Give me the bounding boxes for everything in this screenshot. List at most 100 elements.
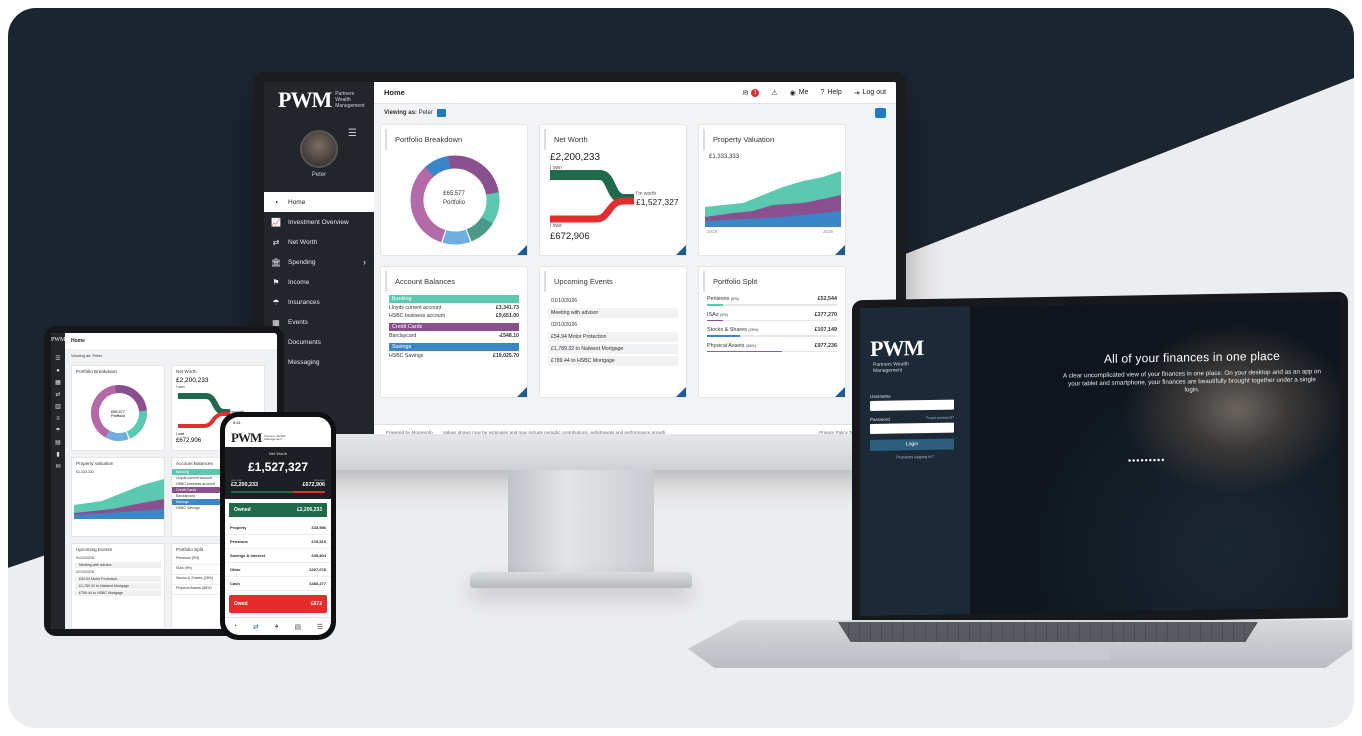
balance-row[interactable]: HSBC business account £9,651.00 [381,312,527,320]
tablet-property-card[interactable]: Property Valuation £1,333,333 [71,457,165,537]
help-button[interactable]: ? Help [820,89,841,96]
alert-icon[interactable]: ⚠ [771,89,777,97]
owned-item[interactable]: Savings & Interest £35,804 [225,549,331,563]
laptop-screen: PWMPartners Wealth Management Username P… [860,299,1340,617]
owned-item-label: Savings & Interest [230,553,265,558]
upcoming-events-card[interactable]: Upcoming Events 01/10/2026 Meeting with a… [539,266,687,398]
dashboard-icon: ◔ [273,197,279,207]
tablet-event-row: Meeting with advisor [75,562,161,568]
sidebar-item-label: Income [288,278,310,286]
split-value: £107,149 [814,327,837,333]
balance-group-header: Credit Cards [389,323,519,331]
chart-line-icon: 📈 [271,217,281,227]
expand-icon[interactable] [835,245,845,255]
owned-item-label: Pensions [230,539,248,544]
phone-worth: £1,527,327 [247,460,309,474]
account-balances-card[interactable]: Account Balances Banking Lloyds current a… [380,266,528,398]
sidebar-item-home[interactable]: ◔ Home [264,192,374,212]
tablet-event-row: £54.94 Motor Protection [75,576,161,582]
sidebar-item-label: Spending [288,258,316,266]
sidebar-item-income[interactable]: ⚑ Income [264,272,374,292]
settings-button[interactable] [875,108,886,118]
owned-item-value: £35,804 [311,553,326,558]
event-item[interactable]: £789.44 to HSBC Mortgage [548,356,678,366]
account-value: -£548.10 [498,333,519,339]
transfer-icon[interactable]: ⇄ [253,623,259,631]
username-input[interactable] [870,399,954,412]
tablet-events-card[interactable]: Upcoming Events 01/10/2026 Meeting with a… [71,543,165,629]
page-title: Home [384,88,405,97]
avatar[interactable] [300,130,338,168]
carousel-dots[interactable]: ••••••••• [1128,455,1165,466]
split-bar-fill [707,350,783,352]
owed-row[interactable]: Owed £672 [229,595,327,613]
dashboard-icon[interactable]: ◔ [233,623,237,630]
tablet-portfolio-card[interactable]: Portfolio Breakdown £65,577 Portfolio [71,365,165,451]
sidebar-item-insurances[interactable]: ☂ Insurances [264,292,374,312]
expand-icon[interactable] [676,245,686,255]
portfolio-breakdown-card[interactable]: Portfolio Breakdown £65,577 Portfolio [380,124,528,256]
sidebar-item-net-worth[interactable]: ⇄ Net Worth [264,232,374,252]
owned-item-value: £466,277 [309,581,326,586]
password-label: Password [870,416,890,423]
split-pct: (58%) [745,343,757,348]
password-input[interactable] [870,422,954,435]
login-help-link[interactable]: Problems logging in? [870,453,960,460]
split-row[interactable]: Pensions (5%) £52,544 [707,296,837,302]
messages-button[interactable]: ✉ 1 [742,88,760,97]
portfolio-split-card[interactable]: Portfolio Split Pensions (5%) £52,544 ISAs… [698,266,846,398]
chevron-right-icon[interactable]: › [363,257,366,267]
event-item[interactable]: £1,789.32 to Natwest Mortgage [548,344,678,354]
portfolio-label: Portfolio [442,200,465,206]
owned-item[interactable]: Other £207,078 [225,563,331,577]
balance-row[interactable]: Barclaycard -£548.10 [381,332,527,340]
owned-item[interactable]: Property £33,556 [225,521,331,535]
logo-subtitle: Partners Wealth Management [335,91,365,109]
forgot-password-link[interactable]: Forgot password? [926,416,954,421]
split-bar [707,350,837,352]
events-list: 01/10/2026 Meeting with advisor 02/10/2026… [540,296,686,366]
laptop: PWMPartners Wealth Management Username P… [852,291,1348,627]
viewing-as-dropdown[interactable] [436,109,446,117]
split-value: £52,544 [817,296,838,302]
umbrella-icon: ☂ [272,297,280,307]
split-row[interactable]: ISAs (9%) £377,270 [707,312,837,318]
event-item[interactable]: £54.94 Motor Protection [548,332,678,342]
expand-icon[interactable] [517,387,527,397]
tablet-viewing[interactable]: Viewing as: Peter [71,353,102,358]
owned-item[interactable]: Pensions £19,515 [225,535,331,549]
document-icon[interactable]: ▤ [294,623,301,631]
split-label: Pensions (5%) [707,296,739,302]
menu-icon[interactable]: ☰ [317,623,323,631]
chart-pie-icon[interactable]: ◕ [274,623,278,630]
tablet-event-row: £1,789.32 to Natwest Mortgage [75,583,161,589]
user-name: Peter [311,172,327,178]
balance-row[interactable]: HSBC Savings £19,025.70 [381,352,527,360]
login-button[interactable]: Login [870,438,954,452]
phone-title: Net Worth [269,451,287,456]
sidebar-item-investment-overview[interactable]: 📈 Investment Overview [264,212,374,232]
me-button[interactable]: ◉ Me [790,89,809,97]
split-row[interactable]: Physical Assets (58%) £977,236 [707,343,837,349]
event-item[interactable]: Meeting with advisor [548,308,678,318]
owned-item[interactable]: Cash £466,277 [225,577,331,591]
owned-row[interactable]: Owned £2,200,233 [229,503,327,517]
split-bar [707,335,837,337]
balance-row[interactable]: Lloyds current account £3,341.73 [381,304,527,312]
tablet-title: Home [65,333,277,349]
monitor-stand [508,470,654,574]
sidebar-item-spending[interactable]: 🏛 Spending › [264,252,374,272]
owned-list: Property £33,556 Pensions £19,515 Savings & … [225,521,331,591]
expand-icon[interactable] [835,387,845,397]
hamburger-icon[interactable]: ☰ [348,128,357,139]
split-row[interactable]: Stocks & Shares (25%) £107,149 [707,327,837,333]
login-logo: PWMPartners Wealth Management [870,335,924,374]
logout-button[interactable]: ⇥ Log out [854,89,886,97]
net-worth-card[interactable]: Net Worth £2,200,233 I own I'm worth £1,… [539,124,687,256]
expand-icon[interactable] [676,387,686,397]
sidebar-item-label: Documents [288,338,321,346]
balance-group-header: Savings [389,343,519,351]
sidebar-item-label: Messaging [288,358,320,366]
tablet-event-row: 01/10/2026 [76,556,94,560]
property-valuation-card[interactable]: Property Valuation £1,333,333 2019 2026 [698,124,846,256]
